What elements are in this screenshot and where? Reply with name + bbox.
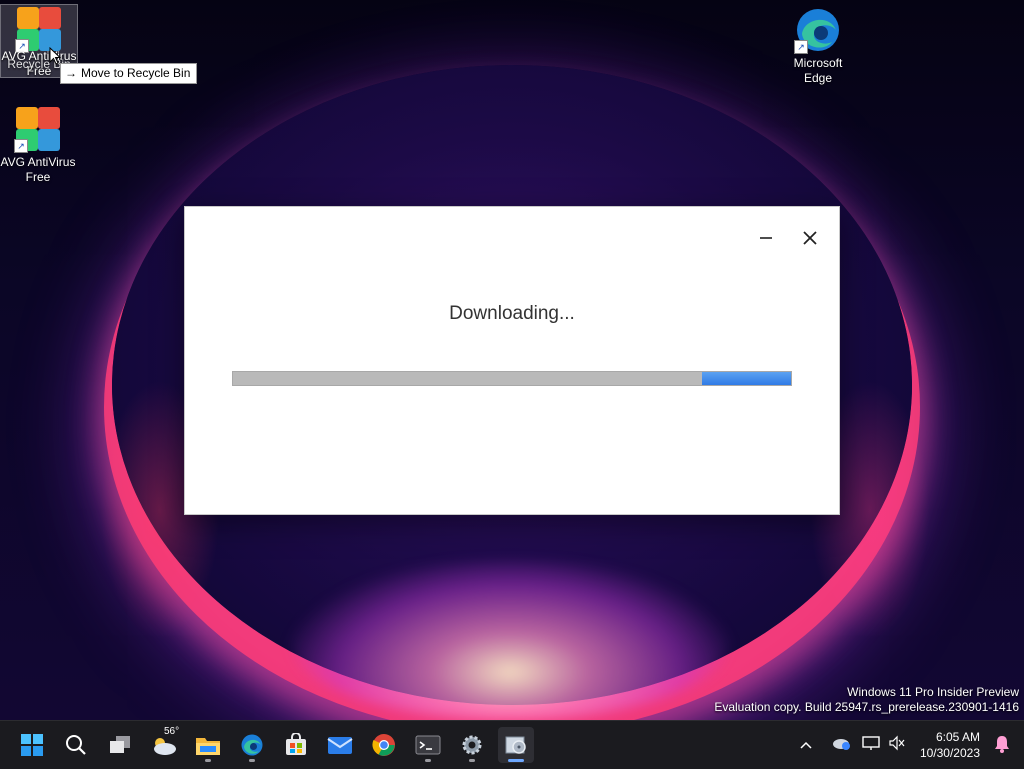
- taskbar-edge[interactable]: [234, 727, 270, 763]
- notifications-button[interactable]: [994, 735, 1010, 758]
- desktop-icon-avg[interactable]: ↗ AVG AntiVirus Free: [0, 105, 76, 185]
- tooltip-text: Move to Recycle Bin: [81, 66, 191, 80]
- system-tray: [796, 721, 910, 769]
- running-indicator: [205, 759, 211, 762]
- network-button[interactable]: [858, 735, 884, 756]
- desktop-icon-edge[interactable]: ↗ Microsoft Edge: [780, 6, 856, 86]
- taskbar-setup-app[interactable]: [498, 727, 534, 763]
- download-progress-bar: [232, 371, 792, 386]
- start-icon: [21, 734, 43, 756]
- show-hidden-icons-button[interactable]: [796, 736, 816, 754]
- minimize-icon: [760, 237, 772, 239]
- setup-icon: [505, 736, 526, 754]
- shortcut-arrow-icon: ↗: [794, 40, 808, 54]
- desktop-icon-label: Microsoft Edge: [793, 56, 843, 85]
- desktop-icon-label: AVG AntiVirus Free: [0, 155, 76, 184]
- chrome-icon: [372, 734, 395, 756]
- taskbar-terminal[interactable]: [410, 727, 446, 763]
- arrow-right-icon: →: [65, 66, 77, 80]
- avg-icon: ↗: [14, 105, 62, 153]
- mail-icon: [327, 737, 353, 754]
- download-dialog: Downloading...: [184, 206, 840, 515]
- drag-tooltip: → Move to Recycle Bin: [60, 63, 198, 84]
- network-icon: [862, 735, 880, 750]
- dialog-status-text: Downloading...: [449, 303, 575, 324]
- watermark-line-1: Windows 11 Pro Insider Preview: [847, 685, 1019, 699]
- search-icon: [66, 735, 86, 755]
- progress-fill: [701, 372, 791, 385]
- taskbar-file-explorer[interactable]: [190, 727, 226, 763]
- close-icon: [803, 231, 817, 245]
- task-view-icon: [110, 736, 130, 753]
- volume-muted-icon: [889, 735, 905, 750]
- minimize-button[interactable]: [750, 225, 782, 251]
- shortcut-arrow-icon: ↗: [14, 139, 28, 153]
- taskbar-mail[interactable]: [322, 727, 358, 763]
- onedrive-icon: [833, 738, 850, 750]
- chevron-up-icon: [800, 741, 812, 749]
- taskbar: 56° 6:05 AM 10/30/2023: [0, 720, 1024, 769]
- avg-icon: ↗: [15, 5, 63, 53]
- edge-icon: [241, 734, 263, 756]
- store-icon: [286, 733, 306, 755]
- weather-temp: 56°: [164, 726, 180, 737]
- file-explorer-icon: [196, 738, 220, 755]
- watermark-line-2: Evaluation copy. Build 25947.rs_prerelea…: [714, 700, 1019, 714]
- taskbar-clock[interactable]: 6:05 AM 10/30/2023: [920, 729, 980, 761]
- taskbar-chrome[interactable]: [366, 727, 402, 763]
- wallpaper-glow-bottom: [290, 560, 730, 720]
- running-indicator: [425, 759, 431, 762]
- mouse-cursor-icon: [49, 47, 61, 65]
- close-button[interactable]: [794, 225, 826, 251]
- volume-button[interactable]: [884, 735, 910, 756]
- evaluation-watermark: Windows 11 Pro Insider Preview Evaluatio…: [714, 685, 1019, 715]
- weather-widget[interactable]: 56°: [146, 726, 182, 763]
- clock-time: 6:05 AM: [935, 730, 980, 744]
- clock-date: 10/30/2023: [919, 746, 980, 760]
- task-view-button[interactable]: [102, 727, 138, 763]
- onedrive-status-button[interactable]: [826, 736, 858, 755]
- start-button[interactable]: [14, 727, 50, 763]
- desktop: ↗ AVG AntiVirus Free Recycle Bin → Move t…: [0, 0, 1024, 720]
- edge-icon: ↗: [794, 6, 842, 54]
- settings-icon: [462, 735, 482, 755]
- bell-icon: [995, 736, 1009, 753]
- running-indicator: [249, 759, 255, 762]
- terminal-icon: [415, 735, 441, 755]
- taskbar-settings[interactable]: [454, 727, 490, 763]
- running-indicator: [469, 759, 475, 762]
- search-button[interactable]: [58, 727, 94, 763]
- taskbar-store[interactable]: [278, 727, 314, 763]
- active-indicator: [508, 759, 524, 762]
